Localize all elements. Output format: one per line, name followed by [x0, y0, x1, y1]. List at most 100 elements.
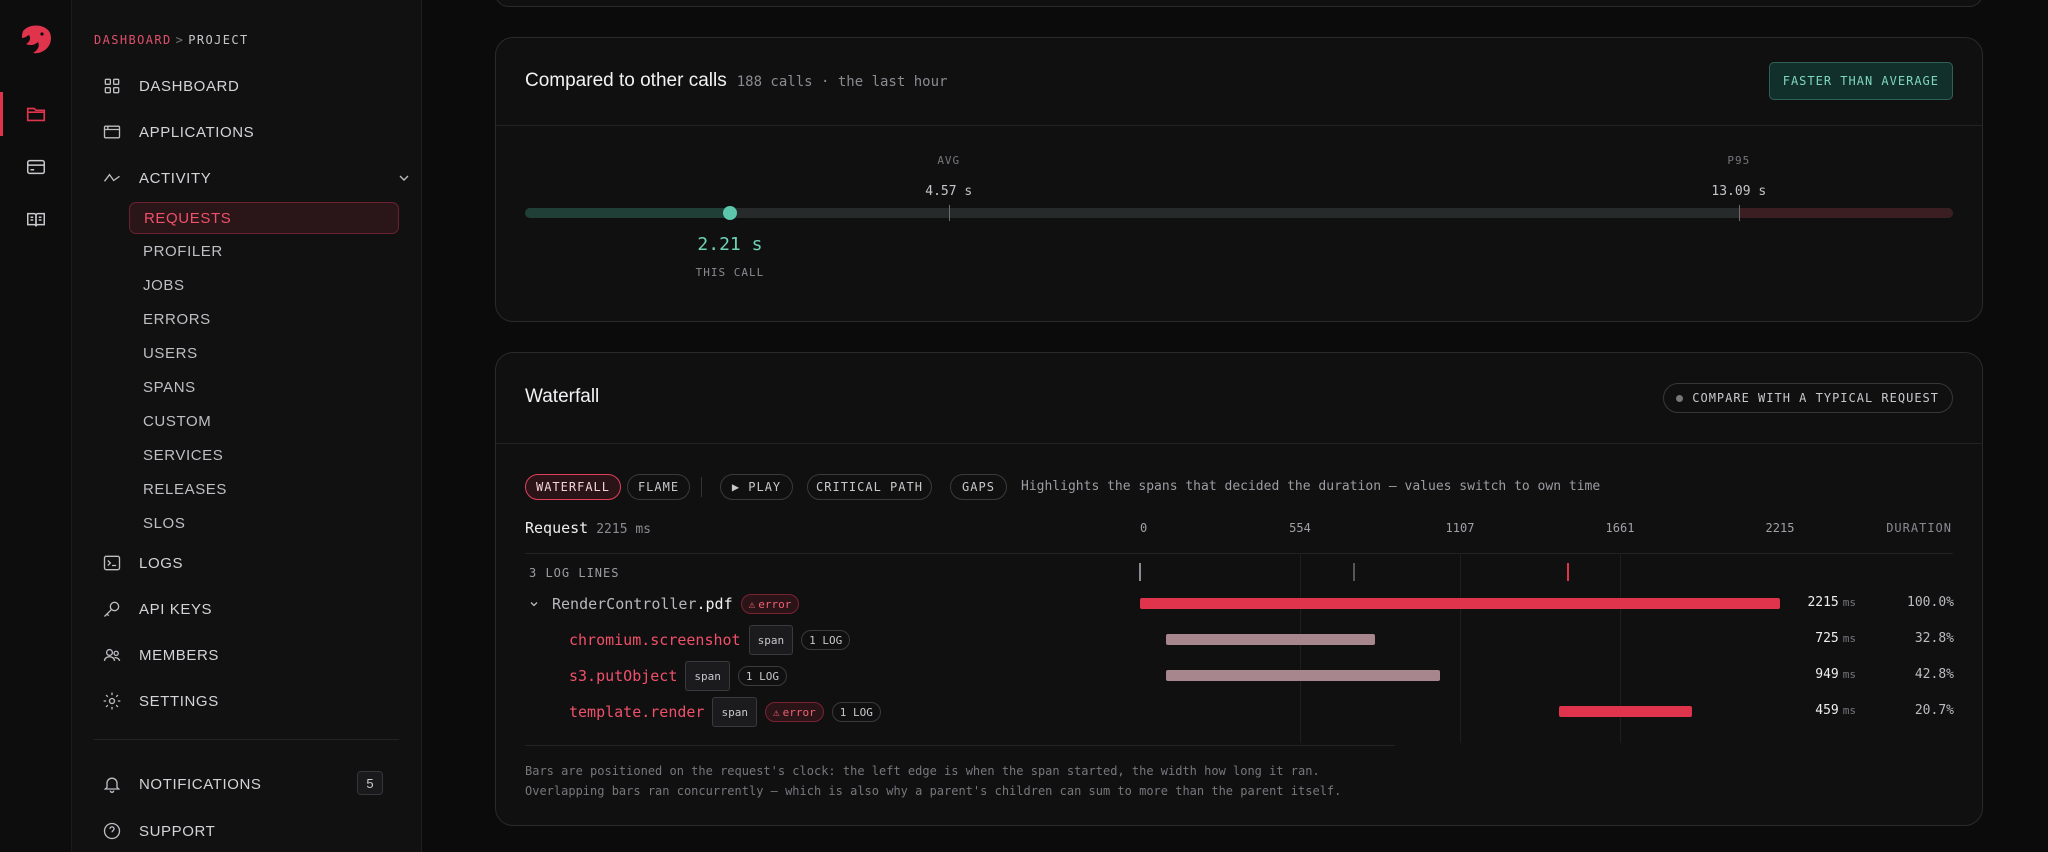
sidebar-item-label: NOTIFICATIONS [139, 775, 262, 793]
grid-icon [104, 78, 120, 94]
axis-tick-label: 1661 [1605, 521, 1635, 535]
span-percent: 100.0% [1907, 595, 1954, 610]
span-row-render-controller[interactable]: RenderController .pdf ⚠ error 2215 ms 100.0… [496, 586, 1984, 622]
waterfall-title: Waterfall [525, 386, 600, 407]
gear-icon [103, 692, 121, 710]
span-name: RenderController .pdf ⚠ error [552, 586, 800, 622]
sidebar-item-api-keys[interactable]: API KEYS [102, 596, 212, 622]
sidebar-item-jobs[interactable]: JOBS [129, 273, 185, 297]
compare-typical-button[interactable]: COMPARE WITH A TYPICAL REQUEST [1663, 383, 1953, 413]
sidebar-item-profiler[interactable]: PROFILER [129, 239, 223, 263]
log-count-tag[interactable]: 1 LOG [831, 702, 881, 722]
log-mark[interactable] [1139, 563, 1141, 581]
rail-billing-button[interactable] [0, 145, 72, 189]
avg-value: 4.57 s [925, 184, 973, 199]
key-icon [104, 601, 120, 617]
span-duration: 949 ms [1815, 667, 1856, 682]
sidebar-item-label: LOGS [139, 554, 184, 572]
compare-title: Compared to other calls 188 calls · the l… [525, 70, 948, 91]
previous-panel [495, 0, 1983, 7]
toolbar-divider [701, 477, 702, 497]
sidebar-divider [94, 739, 399, 740]
span-bar[interactable] [1558, 706, 1692, 717]
span-percent: 32.8% [1914, 631, 1954, 646]
span-duration: 459 ms [1815, 703, 1856, 718]
sidebar-item-errors[interactable]: ERRORS [129, 307, 211, 331]
span-row-chromium-screenshot[interactable]: chromium.screenshot span 1 LOG 725 ms 32.… [496, 622, 1984, 658]
sidebar-item-label: DASHBOARD [139, 77, 240, 95]
breadcrumb-dashboard[interactable]: DASHBOARD [94, 33, 172, 47]
percentile-range: AVG 4.57 s P95 13.09 s 2.21 s THIS CALL [525, 154, 1953, 279]
sidebar-item-support[interactable]: SUPPORT [102, 818, 215, 844]
icon-rail [0, 0, 72, 852]
footnote: Bars are positioned on the request's clo… [525, 764, 1342, 798]
span-percent: 42.8% [1914, 667, 1954, 682]
sidebar-item-services[interactable]: SERVICES [129, 443, 223, 467]
log-marks [496, 563, 1984, 583]
span-percent: 20.7% [1914, 703, 1954, 718]
sidebar-item-releases[interactable]: RELEASES [129, 477, 227, 501]
axis-tick-label: 1107 [1445, 521, 1475, 535]
breadcrumb-project[interactable]: PROJECT [188, 33, 248, 47]
sidebar-item-settings[interactable]: SETTINGS [102, 688, 219, 714]
span-name: template.render span ⚠ error 1 LOG [569, 694, 881, 730]
rail-docs-button[interactable] [0, 198, 72, 242]
sidebar-item-dashboard[interactable]: DASHBOARD [102, 73, 239, 99]
span-bar[interactable] [1166, 670, 1441, 681]
sidebar-item-members[interactable]: MEMBERS [102, 642, 219, 668]
span-bar[interactable] [1140, 598, 1780, 609]
avg-label: AVG [937, 154, 961, 167]
window-icon [103, 125, 121, 139]
rail-projects-button[interactable] [0, 92, 72, 136]
warning-icon: ⚠ [748, 597, 756, 611]
span-bar[interactable] [1166, 634, 1376, 645]
logo-icon [22, 25, 51, 54]
p95-value: 13.09 s [1711, 184, 1767, 199]
sidebar-item-users[interactable]: USERS [129, 341, 198, 365]
sidebar-item-spans[interactable]: SPANS [129, 375, 196, 399]
sidebar-item-label: SUPPORT [139, 822, 216, 840]
gaps-toggle[interactable]: GAPS [950, 474, 1007, 500]
flame-view-tab[interactable]: FLAME [627, 474, 690, 500]
help-icon [103, 822, 121, 840]
play-button[interactable]: ▶ PLAY [720, 474, 793, 500]
sidebar-item-label: APPLICATIONS [139, 123, 255, 141]
span-name: s3.putObject span 1 LOG [569, 658, 787, 694]
users-icon [103, 648, 121, 661]
notifications-count-badge: 5 [357, 771, 383, 795]
log-mark[interactable] [1352, 563, 1355, 581]
compare-panel: Compared to other calls 188 calls · the l… [495, 37, 1983, 322]
warning-icon: ⚠ [772, 705, 780, 719]
terminal-icon [103, 555, 121, 571]
sidebar-item-custom[interactable]: CUSTOM [129, 409, 211, 433]
log-mark[interactable] [1566, 563, 1569, 581]
sidebar: DASHBOARD > PROJECT DASHBOARD APPLICATIONS… [72, 0, 422, 852]
critical-path-toggle[interactable]: CRITICAL PATH [807, 474, 932, 500]
sidebar-item-label: ACTIVITY [139, 169, 212, 187]
sidebar-item-label: MEMBERS [139, 646, 220, 664]
compare-panel-header: Compared to other calls 188 calls · the l… [496, 38, 1982, 126]
span-row-s3-put-object[interactable]: s3.putObject span 1 LOG 949 ms 42.8% [496, 658, 1984, 694]
span-duration: 725 ms [1815, 631, 1856, 646]
range-fast-segment [525, 208, 730, 218]
range-mid-segment [729, 208, 1739, 218]
footnote-divider [525, 745, 1395, 746]
timeline-axis: 0 554 1107 1661 2215 [496, 521, 1984, 537]
waterfall-view-tab[interactable]: WATERFALL [525, 474, 621, 500]
sidebar-item-logs[interactable]: LOGS [102, 550, 183, 576]
chevron-down-icon[interactable] [528, 598, 540, 610]
sidebar-item-activity[interactable]: ACTIVITY [102, 165, 412, 191]
waterfall-panel: Waterfall COMPARE WITH A TYPICAL REQUEST… [495, 352, 1983, 826]
sidebar-item-label: API KEYS [139, 600, 213, 618]
sidebar-item-slos[interactable]: SLOS [129, 511, 185, 535]
sidebar-item-requests[interactable]: REQUESTS [129, 202, 399, 234]
this-call-marker [722, 206, 737, 220]
sidebar-item-applications[interactable]: APPLICATIONS [102, 119, 254, 145]
error-badge: ⚠ error [764, 702, 824, 722]
span-row-template-render[interactable]: template.render span ⚠ error 1 LOG 459 ms … [496, 694, 1984, 730]
p95-tick [1738, 205, 1740, 221]
chevron-down-icon [399, 175, 409, 181]
breadcrumb-separator: > [175, 33, 185, 47]
log-count-tag[interactable]: 1 LOG [801, 630, 851, 650]
log-count-tag[interactable]: 1 LOG [737, 666, 787, 686]
